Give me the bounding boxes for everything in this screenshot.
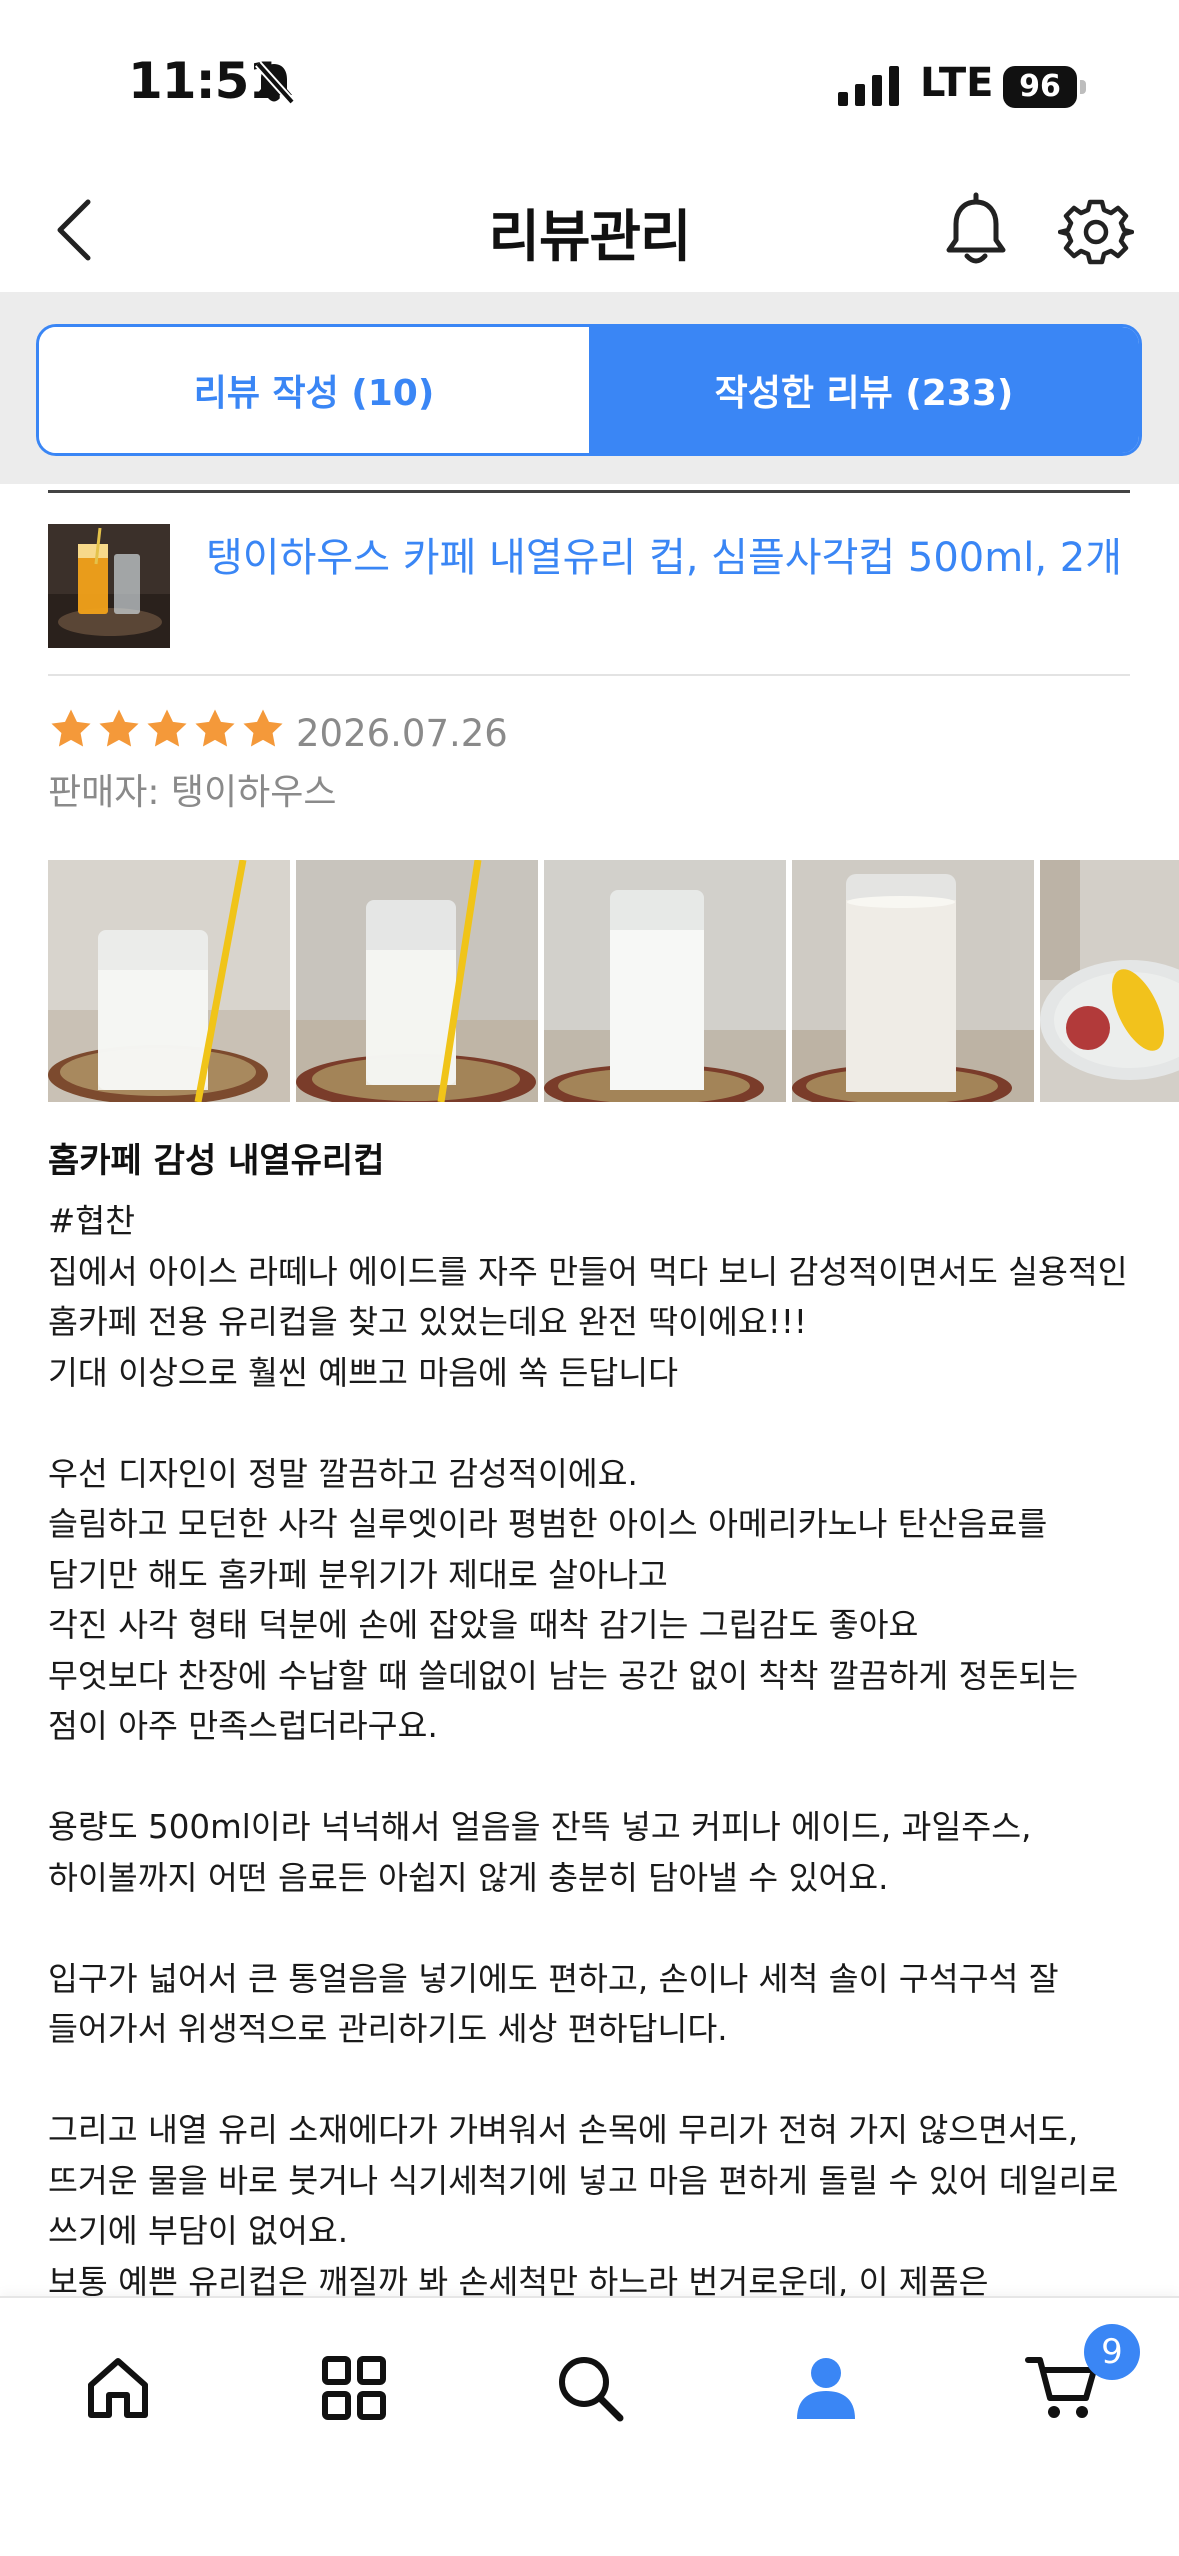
review-body: #협찬집에서 아이스 라떼나 에이드를 자주 만들어 먹다 보니 감성적이면서도… [48,1196,1138,2296]
gear-icon [1057,199,1135,265]
tab-written-reviews[interactable]: 작성한 리뷰 (233) [589,327,1139,453]
bottom-navigation: 9 [0,2296,1179,2556]
review-paragraph: 기대 이상으로 훨씬 예쁘고 마음에 쏙 든답니다 [48,1353,679,1392]
review-photo-image [544,860,786,1102]
star-icon [99,709,139,747]
review-paragraph [48,1903,1138,1954]
status-bar: 11:51 LTE 96 [0,0,1179,170]
review-photo-image [48,860,290,1102]
review-photo-image [296,860,538,1102]
network-type: LTE [920,60,994,106]
review-paragraph [48,1752,1138,1803]
user-icon [797,2358,855,2419]
divider [48,490,1130,493]
review-photo-image [1040,860,1179,1102]
review-photos[interactable] [48,860,1179,1102]
review-paragraph: #협찬 [48,1202,136,1240]
signal-icon [838,66,899,106]
divider [48,674,1130,676]
product-name-link[interactable]: 탱이하우스 카페 내열유리 컵, 심플사각컵 500ml, 2개 [206,530,1136,586]
product-image [48,524,170,648]
notification-button[interactable] [940,192,1012,272]
nav-cart[interactable]: 9 [1012,2324,1140,2438]
battery-level: 96 [1003,66,1077,108]
nav-my-page[interactable] [776,2338,876,2438]
product-thumbnail[interactable] [48,524,170,648]
bell-icon [946,192,1006,264]
review-paragraph: 각진 사각 형태 덕분에 손에 잡았을 때착 감기는 그립감도 좋아요 [48,1606,919,1644]
review-photo[interactable] [48,860,290,1102]
review-title: 홈카페 감성 내열유리컵 [48,1141,385,1181]
review-photo[interactable] [544,860,786,1102]
header: 리뷰관리 [0,170,1179,292]
battery-tip [1080,80,1086,94]
review-photo[interactable] [792,860,1034,1102]
home-icon [88,2358,148,2418]
review-date: 2026.07.26 [296,712,508,755]
review-paragraph: 우선 디자인이 정말 깔끔하고 감성적이에요. [48,1454,638,1493]
star-icon [51,709,91,747]
review-paragraph: 슬림하고 모던한 사각 실루엣이라 평범한 아이스 아메리카노나 탄산음료를 담… [48,1505,1048,1594]
review-paragraph: 용량도 500ml이라 넉넉해서 얼음을 잔뜩 넣고 커피나 에이드, 과일주스… [48,1808,1032,1897]
nav-search[interactable] [540,2338,640,2438]
category-grid-icon [322,2356,386,2420]
search-icon [559,2357,624,2422]
nav-home[interactable] [68,2338,168,2438]
review-paragraph: 집에서 아이스 라떼나 에이드를 자주 만들어 먹다 보니 감성적이면서도 실용… [48,1252,1128,1342]
star-icon [243,709,283,747]
review-paragraph: 입구가 넓어서 큰 통얼음을 넣기에도 편하고, 손이나 세척 솔이 구석구석 … [48,1959,1059,2049]
star-icon [195,709,235,747]
settings-button[interactable] [1057,192,1135,272]
nav-categories[interactable] [304,2338,404,2438]
review-tabs: 리뷰 작성 (10) 작성한 리뷰 (233) [36,324,1142,456]
review-paragraph [48,2055,1138,2106]
tab-write-review[interactable]: 리뷰 작성 (10) [39,327,589,453]
star-rating [48,706,286,752]
review-paragraph: 그리고 내열 유리 소재에다가 가벼워서 손목에 무리가 전혀 가지 않으면서도… [48,2111,1119,2250]
bell-off-icon [255,61,295,105]
review-paragraph: 보통 예쁜 유리컵은 깨질까 봐 손세척만 하느라 번거로운데, 이 제품은 식… [48,2262,989,2297]
review-photo[interactable] [296,860,538,1102]
review-photo-image [792,860,1034,1102]
star-icon [147,709,187,747]
review-paragraph [48,1398,1138,1449]
review-paragraph: 무엇보다 찬장에 수납할 때 쓸데없이 남는 공간 없이 착착 깔끔하게 정돈되… [48,1656,1079,1746]
review-photo[interactable] [1040,860,1179,1102]
tab-area: 리뷰 작성 (10) 작성한 리뷰 (233) [0,292,1179,484]
cart-count-badge: 9 [1084,2324,1140,2380]
seller-name: 판매자: 탱이하우스 [48,772,337,813]
